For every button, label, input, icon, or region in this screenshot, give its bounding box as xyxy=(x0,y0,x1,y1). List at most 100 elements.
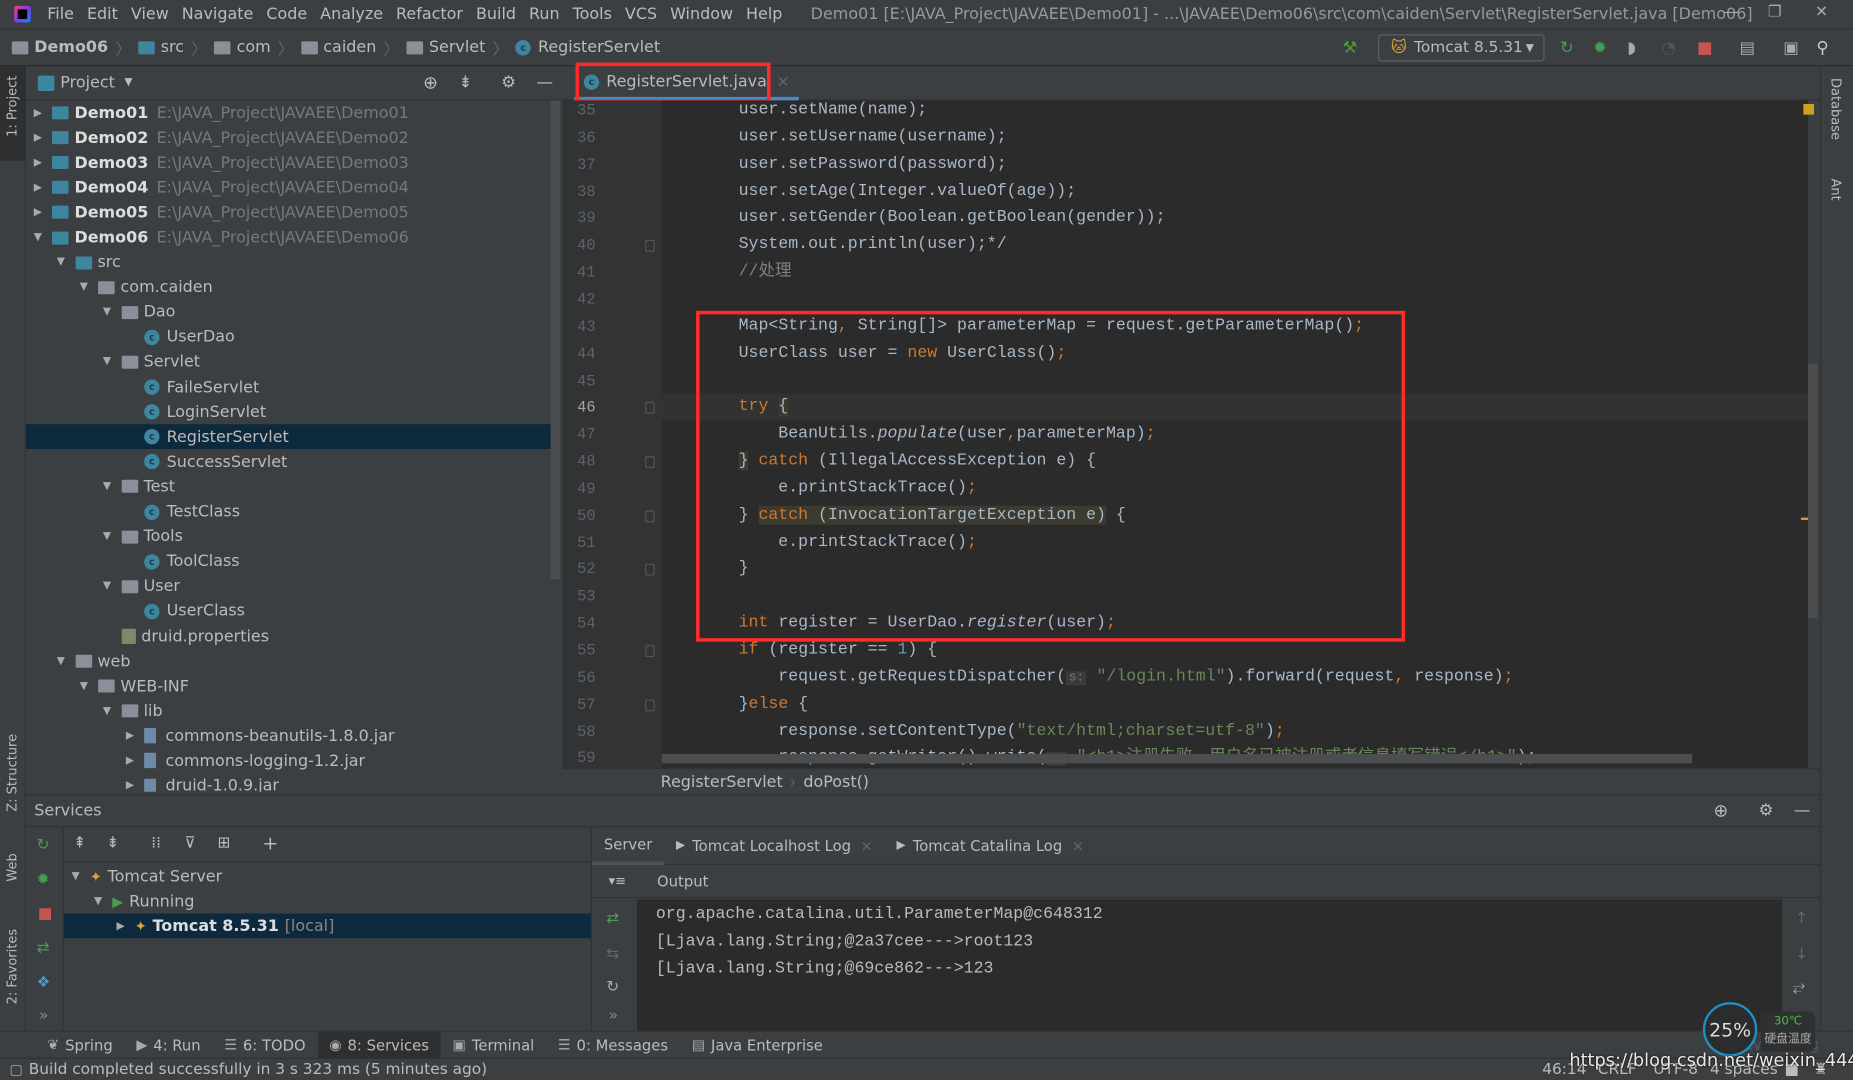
tree-item[interactable]: c TestClass xyxy=(26,499,552,524)
scroll-down-icon[interactable]: ↓ xyxy=(1795,945,1808,963)
tool-tab-terminal[interactable]: ▣ Terminal xyxy=(441,1031,546,1058)
code-editor[interactable]: user.setName(name); user.setUsername(user… xyxy=(661,100,1809,769)
tab-tomcat-catalina-log[interactable]: ▶ Tomcat Catalina Log × xyxy=(885,827,1096,865)
service-item[interactable]: ▼ ▶ Running xyxy=(64,889,591,914)
close-tab-icon[interactable]: × xyxy=(1072,837,1084,855)
tool-tab-todo[interactable]: ☰ 6: TODO xyxy=(212,1031,317,1058)
breadcrumb-item[interactable]: Servlet 〉 xyxy=(406,35,508,59)
menu-run[interactable]: Run xyxy=(529,5,560,24)
close-tab-icon[interactable]: × xyxy=(776,72,789,91)
tree-item[interactable]: ▶ commons-logging-1.2.jar xyxy=(26,749,552,774)
expanded-arrow-icon[interactable]: ▼ xyxy=(77,281,91,293)
more-icon[interactable]: » xyxy=(39,1007,48,1025)
tree-item[interactable]: c UserClass xyxy=(26,599,552,624)
expanded-arrow-icon[interactable]: ▼ xyxy=(54,257,68,269)
expanded-arrow-icon[interactable]: ▼ xyxy=(100,581,114,593)
artifacts-icon[interactable]: ❖ xyxy=(37,974,51,992)
scroll-up-icon[interactable]: ↑ xyxy=(1795,910,1808,928)
tool-tab-java-enterprise[interactable]: ▤ Java Enterprise xyxy=(680,1031,835,1058)
output-console[interactable]: org.apache.catalina.util.ParameterMap@c6… xyxy=(636,899,1783,1031)
tree-item[interactable]: ▶ commons-beanutils-1.8.0.jar xyxy=(26,724,552,749)
web-tool-button[interactable]: Web xyxy=(5,853,20,881)
tree-item[interactable]: ▼ Dao xyxy=(26,300,552,325)
filter-icon[interactable]: ⊽ xyxy=(184,834,195,852)
collapsed-arrow-icon[interactable]: ▶ xyxy=(31,132,45,144)
expanded-arrow-icon[interactable]: ▼ xyxy=(100,531,114,543)
chevron-down-icon[interactable]: ▼ xyxy=(124,77,132,89)
deploy-icon[interactable]: ⇄ xyxy=(37,939,50,957)
tree-item[interactable]: ▼ com.caiden xyxy=(26,275,552,300)
menu-tools[interactable]: Tools xyxy=(573,5,612,24)
database-tool-button[interactable]: Database xyxy=(1828,78,1843,140)
tool-tab-spring[interactable]: ❦ Spring xyxy=(35,1031,124,1058)
stop-icon[interactable]: ■ xyxy=(1697,39,1713,58)
breadcrumb-item[interactable]: c RegisterServlet xyxy=(515,35,660,59)
breadcrumb-method[interactable]: doPost() xyxy=(803,772,869,791)
fold-marker-icon[interactable] xyxy=(645,456,655,469)
tree-item[interactable]: ▼ Tools xyxy=(26,524,552,549)
stop-icon[interactable]: ■ xyxy=(38,905,53,923)
gear-icon[interactable]: ⚙ xyxy=(501,73,516,92)
tree-item[interactable]: ▼ Demo06 E:\JAVA_Project\JAVAEE\Demo06 xyxy=(26,225,552,250)
expanded-arrow-icon[interactable]: ▼ xyxy=(100,356,114,368)
tree-item[interactable]: ▼ lib xyxy=(26,699,552,724)
tree-item[interactable]: c UserDao xyxy=(26,325,552,350)
collapsed-arrow-icon[interactable]: ▶ xyxy=(113,920,127,932)
fold-marker-icon[interactable] xyxy=(645,564,655,577)
structure-tool-button[interactable]: Z: Structure xyxy=(5,734,20,812)
run-anything-icon[interactable]: ▣ xyxy=(1783,39,1799,58)
expanded-arrow-icon[interactable]: ▼ xyxy=(100,705,114,717)
expanded-arrow-icon[interactable]: ▼ xyxy=(31,232,45,244)
rerun-icon[interactable]: ↻ xyxy=(37,837,50,855)
tab-tomcat-localhost-log[interactable]: ▶ Tomcat Localhost Log × xyxy=(664,827,885,865)
collapsed-arrow-icon[interactable]: ▶ xyxy=(31,157,45,169)
breadcrumb-item[interactable]: src 〉 xyxy=(138,35,207,59)
menu-window[interactable]: Window xyxy=(670,5,733,24)
menu-analyze[interactable]: Analyze xyxy=(320,5,383,24)
tool-tab-run[interactable]: ▶ 4: Run xyxy=(125,1031,213,1058)
debug-bug-icon[interactable]: ✹ xyxy=(1593,39,1607,58)
collapsed-arrow-icon[interactable]: ▶ xyxy=(31,207,45,219)
tree-item[interactable]: ▼ Test xyxy=(26,474,552,499)
menu-navigate[interactable]: Navigate xyxy=(182,5,254,24)
tree-item[interactable]: ▼ WEB-INF xyxy=(26,674,552,699)
add-service-icon[interactable]: + xyxy=(262,832,278,854)
more-icon[interactable]: » xyxy=(609,1007,618,1025)
fold-marker-icon[interactable] xyxy=(645,510,655,523)
menu-refactor[interactable]: Refactor xyxy=(396,5,463,24)
minimize-button[interactable]: — xyxy=(1723,4,1738,22)
menu-help[interactable]: Help xyxy=(746,5,782,24)
fold-marker-icon[interactable] xyxy=(645,240,655,253)
tree-item[interactable]: ▼ web xyxy=(26,649,552,674)
collapsed-arrow-icon[interactable]: ▶ xyxy=(31,107,45,119)
tree-item[interactable]: c RegisterServlet xyxy=(25,424,552,450)
fold-marker-icon[interactable] xyxy=(645,402,655,415)
tree-item[interactable]: c ToolClass xyxy=(26,549,552,574)
hide-panel-icon[interactable]: — xyxy=(537,73,554,92)
close-button[interactable]: ✕ xyxy=(1815,4,1828,22)
breadcrumb-item[interactable]: com 〉 xyxy=(214,35,294,59)
breadcrumb-item[interactable]: Demo06 〉 xyxy=(11,35,131,59)
expanded-arrow-icon[interactable]: ▼ xyxy=(54,655,68,667)
expanded-arrow-icon[interactable]: ▼ xyxy=(100,481,114,493)
favorites-tool-button[interactable]: 2: Favorites xyxy=(5,929,20,1005)
collapse-all-icon[interactable]: ⇟ xyxy=(106,834,119,852)
close-tab-icon[interactable]: × xyxy=(860,837,872,855)
run-configuration-select[interactable]: 🐱 Tomcat 8.5.31 ▼ xyxy=(1377,34,1545,62)
search-icon[interactable]: ⚲ xyxy=(1816,39,1828,58)
project-view-selector[interactable]: Project xyxy=(60,73,115,92)
debug-icon[interactable]: ✹ xyxy=(37,871,50,889)
expanded-arrow-icon[interactable]: ▼ xyxy=(69,870,83,882)
collapsed-arrow-icon[interactable]: ▶ xyxy=(123,780,137,792)
tree-item[interactable]: ▼ User xyxy=(26,574,552,599)
undeploy-icon[interactable]: ⇆ xyxy=(606,945,619,963)
hide-panel-icon[interactable]: — xyxy=(1794,801,1811,820)
editor-hscrollbar[interactable] xyxy=(661,753,1693,764)
ant-tool-button[interactable]: Ant xyxy=(1828,178,1843,200)
service-item[interactable]: ▼ ✦ Tomcat Server xyxy=(64,864,591,889)
menu-code[interactable]: Code xyxy=(266,5,307,24)
tree-item[interactable]: ▼ Servlet xyxy=(26,350,552,375)
rerun-icon[interactable]: ↻ xyxy=(1560,39,1574,58)
menu-file[interactable]: File xyxy=(47,5,74,24)
tab-register-servlet[interactable]: c RegisterServlet.java × xyxy=(574,66,800,101)
